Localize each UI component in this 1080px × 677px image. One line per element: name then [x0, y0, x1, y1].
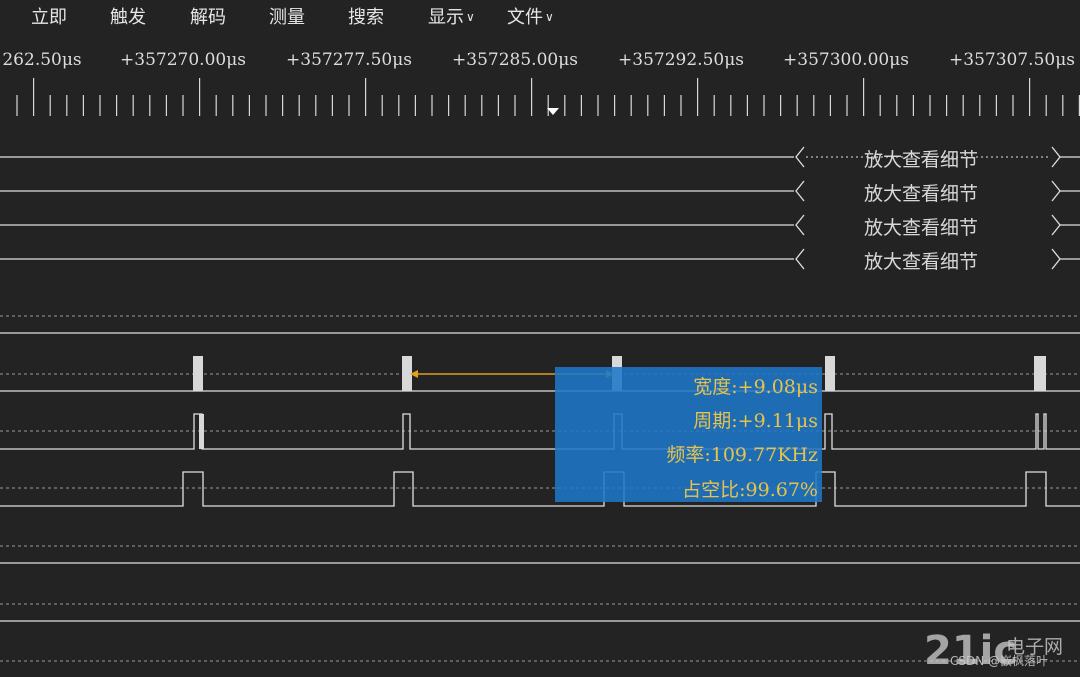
measure-duty-cycle: 占空比:99.67%: [682, 479, 818, 501]
digital-channel-7[interactable]: [0, 413, 1080, 450]
measurement-panel[interactable]: 宽度:+9.08μs 周期:+9.11μs 频率:109.77KHz 占空比:9…: [555, 367, 822, 502]
zoom-hint-label: 放大查看细节: [864, 149, 979, 171]
measure-period: 周期:+9.11μs: [693, 410, 818, 432]
zoom-hint-label: 放大查看细节: [864, 251, 979, 273]
digital-channel-8[interactable]: [0, 471, 1080, 507]
zoom-hint-label: 放大查看细节: [864, 183, 979, 205]
measure-width: 宽度:+9.08μs: [693, 376, 818, 398]
watermark-credit: CSDN @嵌枫落叶: [950, 654, 1049, 668]
waveform-canvas[interactable]: [0, 0, 1080, 677]
time-ruler[interactable]: [16, 78, 1080, 116]
measure-frequency: 频率:109.77KHz: [666, 444, 818, 466]
zoom-hint-label: 放大查看细节: [864, 217, 979, 239]
